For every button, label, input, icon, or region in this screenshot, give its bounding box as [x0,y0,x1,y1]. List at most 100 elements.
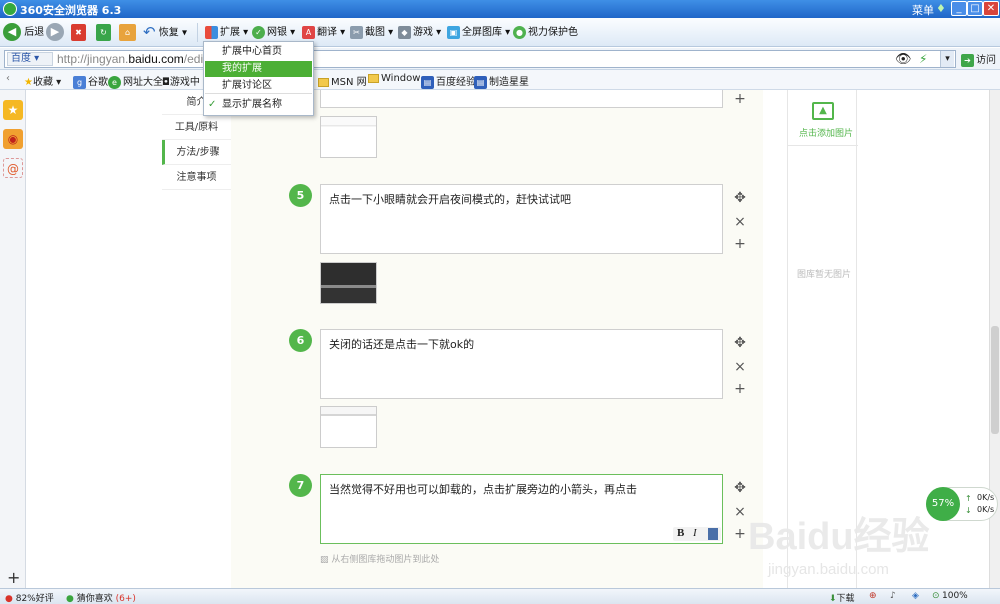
step-image-thumbnail[interactable] [320,116,377,158]
scissors-icon: ✂ [350,25,363,39]
watermark-logo: Baidu经验 [748,516,930,558]
fav-item-msn[interactable]: MSN 网 [318,73,367,88]
step-image-thumbnail[interactable] [320,406,377,448]
search-engine-select[interactable]: 百度 ▾ [7,52,53,66]
delete-icon[interactable]: × [733,359,747,375]
refresh-button[interactable]: ↻ [96,22,113,43]
step-image-thumbnail[interactable] [320,262,377,304]
step-textbox[interactable]: 点击一下小眼睛就会开启夜间模式的，赶快试试吧 [320,184,723,254]
favorites-star-icon[interactable]: ★ [3,100,23,120]
fav-label: MSN 网 [331,77,367,88]
url-text: http://jingyan.baidu.com/edi [57,52,203,66]
adblock-icon[interactable]: ⊕ [869,591,877,601]
title-bar: 360安全浏览器 6.3 菜单 ♦ _ □ ✕ [0,0,1000,18]
close-window-button[interactable]: ✕ [983,1,999,16]
menu-item-label: 显示扩展名称 [222,99,282,110]
eye-protect-button[interactable]: ● 视力保护色 [513,22,578,43]
speaker-icon[interactable]: ♪ [890,591,896,601]
night-mode-eye-icon[interactable]: 👁 [895,52,912,67]
maximize-button[interactable]: □ [967,1,983,16]
step-textbox-prev[interactable] [320,90,723,108]
fav-item-sites[interactable]: e 网址大全 [108,73,163,89]
favorites-toggle-icon[interactable]: ‹ [6,73,10,84]
stop-icon: ✖ [71,23,86,41]
nav-item-steps[interactable]: 方法/步骤 [162,140,231,165]
translate-button[interactable]: A 翻译 ▾ [302,22,345,43]
address-bar: 百度 ▾ http://jingyan.baidu.com/edi 👁 ⚡ ▾ … [0,48,1000,70]
skin-icon[interactable]: ♦ [936,2,946,15]
download-arrow-icon: ↓ [965,506,972,515]
weibo-icon[interactable]: ◉ [3,129,23,149]
fav-item-stars[interactable]: ▤ 制造星星 [474,73,529,89]
add-image-button[interactable]: ▲ 点击添加图片 [788,90,858,146]
insert-image-icon[interactable] [708,528,718,540]
favorites-menu[interactable]: ★收藏 ▾ [24,73,61,88]
back-arrow-icon: ◀ [3,23,21,41]
fullscreen-gallery-label: 全屏图库 [462,27,502,38]
extensions-button[interactable]: 扩展 ▾ [205,22,248,43]
delete-icon[interactable]: × [733,504,747,520]
url-dropdown-icon[interactable]: ▾ [940,51,954,67]
scrollbar-thumb[interactable] [991,326,999,434]
nav-item-notes[interactable]: 注意事项 [162,165,231,190]
at-mail-icon[interactable]: @ [3,158,23,178]
menu-item-show-names[interactable]: ✓ 显示扩展名称 [205,97,312,113]
menu-button[interactable]: 菜单 [912,2,934,18]
home-icon: ⌂ [119,23,136,41]
bank-label: 网银 [267,27,287,38]
minimize-button[interactable]: _ [951,1,967,16]
move-icon[interactable]: ✥ [733,335,747,351]
add-image-label: 点击添加图片 [799,129,854,139]
download-icon: ⬇ [829,594,837,604]
menu-item-extension-home[interactable]: 扩展中心首页 [205,44,312,60]
url-suffix: /edi [183,52,204,66]
url-field[interactable]: 百度 ▾ http://jingyan.baidu.com/edi 👁 ⚡ ▾ [4,50,956,68]
menu-item-my-extensions[interactable]: 我的扩展 [205,61,312,77]
add-step-icon[interactable]: + [733,236,747,252]
zoom-icon[interactable]: ⊙ [932,591,940,601]
step-textbox[interactable]: 关闭的话还是点击一下就ok的 [320,329,723,399]
guess-you-like[interactable]: ● 猜你喜欢 (6+) [66,591,136,604]
fav-item-games[interactable]: ◘游戏中 [162,73,200,88]
step-textbox-active[interactable]: 当然觉得不好用也可以卸载的，点击扩展旁边的小箭头，再点击 [320,474,723,544]
gamepad-icon: ◆ [398,25,411,39]
zoom-level[interactable]: 100% [942,591,968,601]
bold-button[interactable]: B [677,527,684,539]
folder-icon [368,73,379,83]
home-button[interactable]: ⌂ [119,22,138,43]
download-button[interactable]: ⬇下载 [829,591,855,604]
bank-button[interactable]: ✓ 网银 ▾ [252,22,295,43]
forward-arrow-icon: ▶ [46,23,64,41]
add-step-icon[interactable]: + [733,526,747,542]
move-icon[interactable]: ✥ [733,480,747,496]
nav-item-tools[interactable]: 工具/原料 [162,115,231,140]
go-arrow-icon: ➔ [961,53,974,67]
image-placeholder-icon: ▨ [320,555,329,565]
add-sidebar-icon[interactable]: + [7,568,20,587]
italic-button[interactable]: I [693,527,697,539]
move-icon[interactable]: ✥ [733,190,747,206]
folder-icon [318,77,329,87]
rating-item[interactable]: ● 82%好评 [5,591,54,604]
fav-item-google[interactable]: g 谷歌 [73,73,108,89]
restore-button[interactable]: ↶ 恢复 ▾ [143,22,187,43]
weather-icon[interactable]: ◈ [912,591,919,601]
delete-icon[interactable]: × [733,214,747,230]
fav-item-window[interactable]: Window [368,73,420,84]
add-step-icon[interactable]: + [733,91,747,107]
search-engine-label: 百度 [11,53,31,64]
go-button[interactable]: ➔ 访问 [961,51,996,67]
lightning-icon[interactable]: ⚡ [919,52,927,66]
menu-item-extension-forum[interactable]: 扩展讨论区 [205,78,312,94]
fav-item-jingyan[interactable]: ▤ 百度经验 [421,73,476,89]
left-sidebar: ★ ◉ @ + [0,90,26,588]
games-button[interactable]: ◆ 游戏 ▾ [398,22,441,43]
add-step-icon[interactable]: + [733,381,747,397]
fullscreen-gallery-button[interactable]: ▣ 全屏图库 ▾ [447,22,510,43]
stop-button[interactable]: ✖ [71,22,88,43]
shield-icon: ✓ [252,25,265,39]
back-button[interactable]: ◀ 后退 [3,22,44,43]
fav-label: 谷歌 [88,77,108,88]
screenshot-button[interactable]: ✂ 截图 ▾ [350,22,393,43]
forward-button[interactable]: ▶ [46,22,64,43]
